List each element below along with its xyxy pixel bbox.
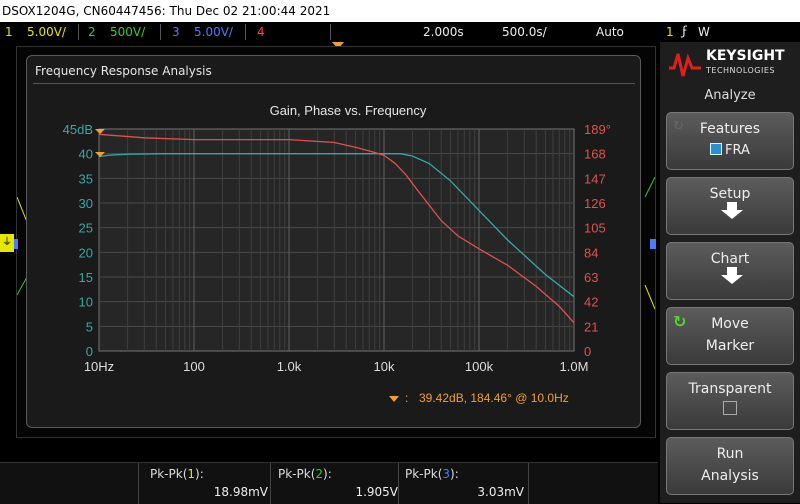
menu-title: Analyze — [704, 88, 756, 103]
measurement-3-label[interactable]: Pk-Pk(3): — [405, 467, 459, 481]
y-left-tick-label: 25 — [79, 221, 93, 236]
fra-chart: 45dB4035302520151050 189°168147126105846… — [63, 103, 611, 405]
y-right-tick-label: 21 — [584, 319, 598, 334]
brand-subtitle: TECHNOLOGIES — [706, 66, 775, 75]
y-right-tick-label: 126 — [584, 196, 606, 211]
setup-button[interactable]: Setup — [666, 177, 794, 235]
measurement-2-value: 1.905V — [355, 485, 398, 499]
y-right-tick-label: 168 — [584, 147, 606, 162]
measurement-1-value: 18.98mV — [213, 485, 268, 499]
channel-3-right-marker — [650, 239, 656, 249]
title-text: DSOX1204G, CN60447456: Thu Dec 02 21:00:… — [2, 4, 331, 18]
features-value: FRA — [725, 143, 750, 158]
move-marker-line1: Move — [711, 316, 749, 332]
down-arrow-icon — [721, 267, 743, 284]
y-left-tick-label: 15 — [79, 270, 93, 285]
trigger-status[interactable]: 1 ϝ W — [660, 22, 800, 42]
setup-label: Setup — [709, 186, 751, 202]
readout-colon: : — [405, 391, 408, 405]
move-marker-line2: Marker — [705, 338, 755, 354]
cursor-readout: 39.42dB, 184.46° @ 10.0Hz — [419, 391, 569, 405]
y-right-tick-label: 42 — [584, 295, 598, 310]
trigger-slope-icon: ϝ — [682, 24, 688, 38]
y-left-tick-label: 5 — [86, 319, 93, 334]
transparent-label: Transparent — [688, 381, 772, 397]
checkbox-icon — [710, 143, 723, 155]
channel-1-number[interactable]: 1 — [5, 25, 13, 39]
timebase-scale[interactable]: 500.0s/ — [502, 25, 547, 39]
x-tick-label: 100 — [183, 359, 205, 374]
y-right-tick-label: 147 — [584, 171, 606, 186]
features-label: Features — [699, 121, 761, 137]
keysight-logo-icon — [669, 53, 701, 77]
plot-area — [98, 128, 575, 352]
channel-3-number[interactable]: 3 — [172, 25, 180, 39]
fra-window: Frequency Response Analysis 45dB 40 35 30 25… — [26, 55, 641, 428]
channel-2-scale[interactable]: 500V/ — [110, 25, 145, 39]
trigger-channel: 1 — [666, 25, 674, 39]
down-arrow-icon — [721, 202, 743, 219]
channel-bar: 1 5.00V/ 2 500V/ 3 5.00V/ 4 2.000s 500.0… — [0, 22, 660, 42]
measurement-bar: Pk-Pk(1): 18.98mV Pk-Pk(2): 1.905V Pk-Pk… — [0, 462, 658, 504]
y-right-tick-label: 0 — [584, 344, 591, 359]
x-tick-label: 1.0k — [277, 359, 302, 374]
checkbox-icon — [723, 401, 737, 415]
title-bar: DSOX1204G, CN60447456: Thu Dec 02 21:00:… — [0, 0, 800, 22]
move-marker-button[interactable]: ↻ Move Marker — [666, 307, 794, 365]
y-right-tick-label: 105 — [584, 221, 606, 236]
chart-button[interactable]: Chart — [666, 242, 794, 300]
y-left-tick-label: 45dB — [63, 122, 93, 137]
features-button[interactable]: ↻ Features FRA — [666, 112, 794, 170]
channel-1-ground-marker[interactable]: ⏚ — [0, 234, 14, 252]
x-tick-label: 10k — [374, 359, 395, 374]
channel-3-scale[interactable]: 5.00V/ — [194, 25, 233, 39]
chart-grid — [98, 128, 575, 352]
trigger-slope: W — [698, 25, 710, 39]
y-right-tick-label: 84 — [584, 245, 598, 260]
channel-3-ground-marker[interactable] — [14, 239, 18, 249]
y-left-tick-label: 30 — [79, 196, 93, 211]
run-analysis-button[interactable]: Run Analysis — [666, 437, 794, 495]
y-right-tick-label: 63 — [584, 270, 598, 285]
timebase-position[interactable]: 2.000s — [423, 25, 464, 39]
y-left-tick-label: 10 — [79, 295, 93, 310]
x-tick-label: 10Hz — [84, 359, 114, 374]
y-left-tick-label: 35 — [79, 171, 93, 186]
trigger-mode[interactable]: Auto — [596, 25, 624, 39]
readout-marker-icon — [389, 396, 399, 402]
brand-name: KEYSIGHT — [706, 48, 785, 64]
x-tick-label: 1.0M — [560, 359, 589, 374]
y-right-tick-label: 189° — [584, 122, 611, 137]
y-left-tick-label: 40 — [79, 147, 93, 162]
run-analysis-line2: Analysis — [701, 468, 759, 484]
y-left-tick-label: 0 — [86, 344, 93, 359]
y-left-tick-label: 20 — [79, 245, 93, 260]
channel-2-number[interactable]: 2 — [88, 25, 96, 39]
measurement-3-value: 3.03mV — [477, 485, 524, 499]
x-tick-label: 100k — [465, 359, 494, 374]
channel-1-scale[interactable]: 5.00V/ — [27, 25, 66, 39]
transparent-button[interactable]: Transparent — [666, 372, 794, 430]
run-analysis-line1: Run — [716, 446, 744, 462]
chart-title: Gain, Phase vs. Frequency — [270, 103, 427, 118]
chart-label: Chart — [710, 251, 750, 267]
channel-4-number[interactable]: 4 — [257, 25, 265, 39]
measurement-2-label[interactable]: Pk-Pk(2): — [278, 467, 332, 481]
measurement-1-label[interactable]: Pk-Pk(1): — [150, 467, 204, 481]
